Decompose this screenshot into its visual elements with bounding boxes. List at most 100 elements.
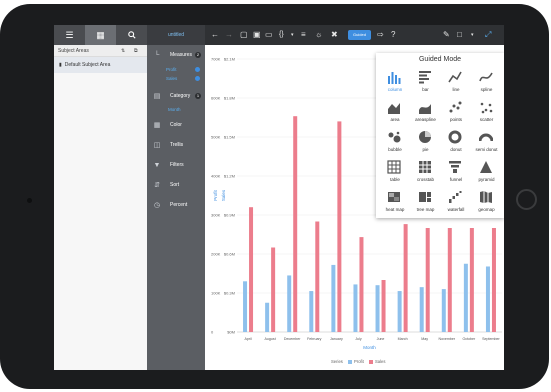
x-tick-label: April [244, 337, 251, 341]
expand-icon[interactable]: ⤢ [485, 29, 491, 41]
chart-type-waterfall[interactable]: waterfall [441, 186, 471, 217]
guided-mode-button[interactable]: Guided [348, 30, 371, 40]
list-item[interactable]: ▮ Default Subject Area [54, 57, 147, 73]
chart-type-label: pie [422, 147, 429, 152]
pie-chart-icon [418, 130, 432, 144]
app-screen: ☰ ▦ untitled ← → ▢ ▣ ▭ {} ▾ ≡ ☼ ✖ Guided… [54, 25, 504, 370]
save-icon[interactable]: ▣ [253, 29, 261, 41]
bar-profit [441, 289, 446, 332]
chart-type-crosstab[interactable]: crosstab [411, 156, 441, 187]
chart-settings-icon[interactable]: ≡ [301, 29, 306, 41]
measure-pill-sales[interactable]: Sales [166, 76, 177, 81]
sort-section[interactable]: ⇵ Sort [147, 176, 205, 194]
menu-icon[interactable]: ☰ [54, 25, 85, 45]
export-icon[interactable]: ⇨ [377, 29, 384, 41]
copy-icon[interactable]: ⧉ [134, 48, 138, 54]
tools-icon[interactable]: ✖ [331, 29, 338, 41]
bar-sales [425, 228, 430, 332]
chart-type-label: spline [480, 87, 493, 92]
style-icon[interactable]: ☼ [315, 29, 322, 41]
report-title[interactable]: untitled [168, 32, 184, 38]
y-right-tick-label: $2.1M [224, 57, 235, 62]
trellis-section[interactable]: ◫ Trellis [147, 136, 205, 154]
trellis-label: Trellis [170, 142, 184, 148]
x-tick-label: May [421, 337, 428, 341]
semi-donut-chart-icon [478, 130, 493, 144]
bar-sales [403, 224, 408, 332]
chart-type-pyramid[interactable]: pyramid [472, 156, 502, 187]
home-button[interactable] [516, 189, 537, 210]
filters-section[interactable]: ▼ Filters [147, 156, 205, 174]
guided-mode-popup: Guided Mode column bar line spline area areas… [376, 53, 504, 218]
chart-type-donut[interactable]: donut [441, 126, 471, 157]
help-icon[interactable]: ? [391, 29, 395, 41]
x-tick-label: June [377, 337, 385, 341]
list-icon[interactable]: ▦ [85, 25, 116, 45]
category-count-badge: 1 [195, 93, 201, 99]
chart-type-pie[interactable]: pie [411, 126, 441, 157]
remove-sales-icon[interactable] [195, 76, 200, 81]
color-label: Color [170, 122, 182, 128]
measure-pill-profit[interactable]: Profit [166, 67, 177, 72]
chart-type-table[interactable]: table [380, 156, 410, 187]
chart-type-line[interactable]: line [441, 66, 471, 97]
category-label: Category [170, 93, 191, 99]
chart-type-column[interactable]: column [380, 66, 410, 97]
legend-label-sales: Sales [375, 359, 385, 364]
sort-icon[interactable]: ⇅ [121, 48, 125, 54]
chart-type-areaspline[interactable]: areaspline [411, 96, 441, 127]
x-axis-title: Month [363, 345, 376, 350]
percent-section[interactable]: ◷ Percent [147, 196, 205, 214]
subject-areas-title: Subject Areas [58, 47, 89, 54]
bar-profit [331, 264, 336, 332]
bubble-chart-icon [387, 130, 401, 144]
y-right-tick-label: $0.9M [224, 213, 235, 218]
legend-swatch-profit [348, 360, 352, 364]
bar-sales [337, 121, 342, 333]
y-right-tick-label: $1.2M [224, 174, 235, 179]
bar-sales [491, 228, 496, 332]
chart-type-points[interactable]: points [441, 96, 471, 127]
new-file-icon[interactable]: ▢ [240, 29, 248, 41]
scatter-chart-icon [479, 100, 493, 114]
donut-chart-icon [448, 130, 462, 144]
chart-type-geomap[interactable]: geomap [472, 186, 502, 217]
chart-type-scatter[interactable]: scatter [472, 96, 502, 127]
redo-icon[interactable]: → [225, 29, 233, 41]
heat-map-icon [387, 190, 401, 204]
remove-profit-icon[interactable] [195, 67, 200, 72]
bar-profit [375, 285, 380, 332]
undo-icon[interactable]: ← [211, 29, 219, 41]
y-right-tick-label: $1.8M [224, 96, 235, 101]
chart-type-heat-map[interactable]: heat map [380, 186, 410, 217]
braces-icon[interactable]: {} [279, 29, 284, 41]
subject-areas-panel: Subject Areas ⇅ ⧉ ▮ Default Subject Area [54, 45, 148, 370]
x-tick-label: September [482, 337, 500, 341]
chart-type-area[interactable]: area [380, 96, 410, 127]
color-section[interactable]: ▦ Color [147, 116, 205, 134]
bar-sales [249, 207, 254, 332]
layout-icon[interactable]: □ [457, 29, 462, 41]
edit-icon[interactable]: ✎ [443, 29, 450, 41]
chart-type-semi-donut[interactable]: semi donut [472, 126, 502, 157]
chart-type-tree-map[interactable]: tree map [411, 186, 441, 217]
tablet-frame: ☰ ▦ untitled ← → ▢ ▣ ▭ {} ▾ ≡ ☼ ✖ Guided… [0, 4, 549, 389]
braces-dropdown-icon[interactable]: ▾ [291, 29, 294, 41]
chart-type-bar[interactable]: bar [411, 66, 441, 97]
sort-label: Sort [170, 182, 180, 188]
bar-profit [287, 275, 292, 332]
category-pill-month[interactable]: Month [168, 107, 181, 112]
bar-sales [359, 237, 364, 332]
layout-dropdown-icon[interactable]: ▾ [471, 29, 474, 41]
trellis-icon: ◫ [153, 142, 161, 149]
chart-type-spline[interactable]: spline [472, 66, 502, 97]
y-right-axis-title: Sales [221, 189, 226, 201]
bar-sales [469, 228, 474, 332]
y-left-axis-title: Profit [213, 190, 218, 201]
chart-type-bubble[interactable]: bubble [380, 126, 410, 157]
sort-icon: ⇵ [154, 182, 160, 189]
search-icon[interactable] [116, 25, 147, 45]
bar-profit [397, 291, 402, 332]
chart-type-funnel[interactable]: funnel [441, 156, 471, 187]
open-folder-icon[interactable]: ▭ [265, 29, 273, 41]
